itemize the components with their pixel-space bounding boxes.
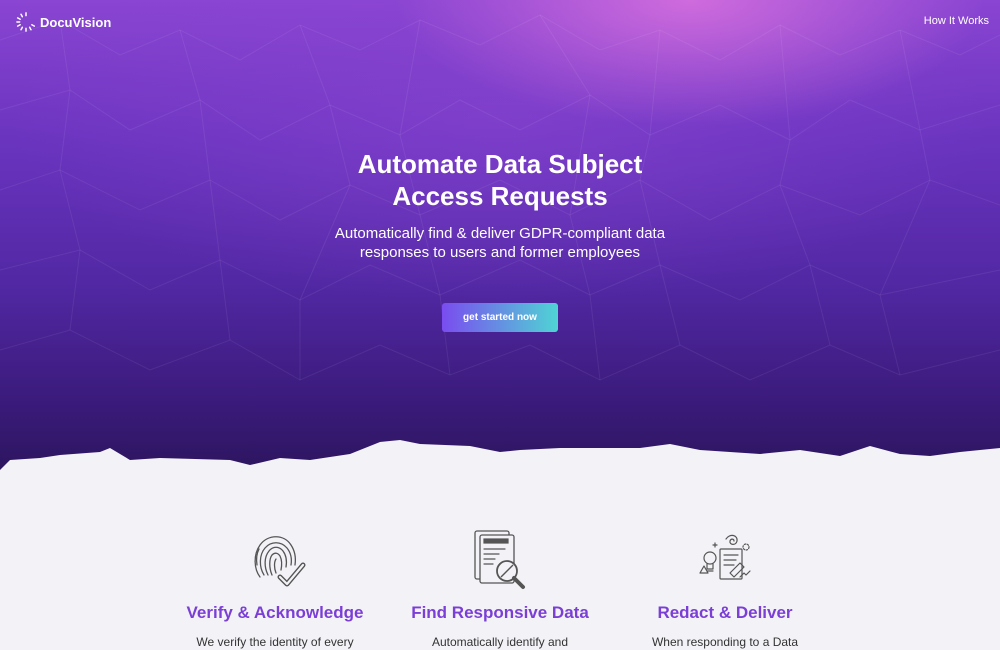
redact-deliver-icon [699, 534, 751, 580]
feature-verify: Verify & Acknowledge We verify the ident… [155, 525, 395, 650]
hero-subtitle-line1: Automatically find & deliver GDPR-compli… [334, 225, 666, 242]
hero-title: Automate Data Subject Access Requests [250, 148, 750, 212]
brand-name: DocuVision [40, 14, 112, 30]
hero-title-line2: Access Requests [392, 181, 608, 211]
get-started-button[interactable]: get started now [442, 303, 558, 332]
feature-title: Verify & Acknowledge [186, 603, 364, 622]
hero-section: DocuVision How It Works Automate Data Su… [0, 0, 1000, 470]
fingerprint-check-icon [254, 536, 306, 587]
feature-text: We verify the identity of every [196, 635, 354, 649]
document-search-icon [474, 530, 525, 589]
brand-logo[interactable]: DocuVision [16, 11, 111, 33]
feature-title: Redact & Deliver [657, 603, 793, 622]
feature-redact: Redact & Deliver When responding to a Da… [605, 525, 845, 650]
hero-subtitle-line2: responses to users and former employees [359, 244, 641, 261]
torn-edge-divider [0, 440, 1000, 470]
feature-find: Find Responsive Data Automatically ident… [380, 525, 620, 650]
hero-subtitle: Automatically find & deliver GDPR-compli… [280, 224, 720, 262]
feature-title: Find Responsive Data [411, 603, 589, 622]
feature-text: Automatically identify and [431, 635, 569, 649]
hero-title-line1: Automate Data Subject [357, 149, 643, 179]
feature-text: When responding to a Data [651, 635, 799, 649]
logo-icon [16, 12, 36, 32]
nav-how-it-works[interactable]: How It Works [924, 15, 989, 27]
